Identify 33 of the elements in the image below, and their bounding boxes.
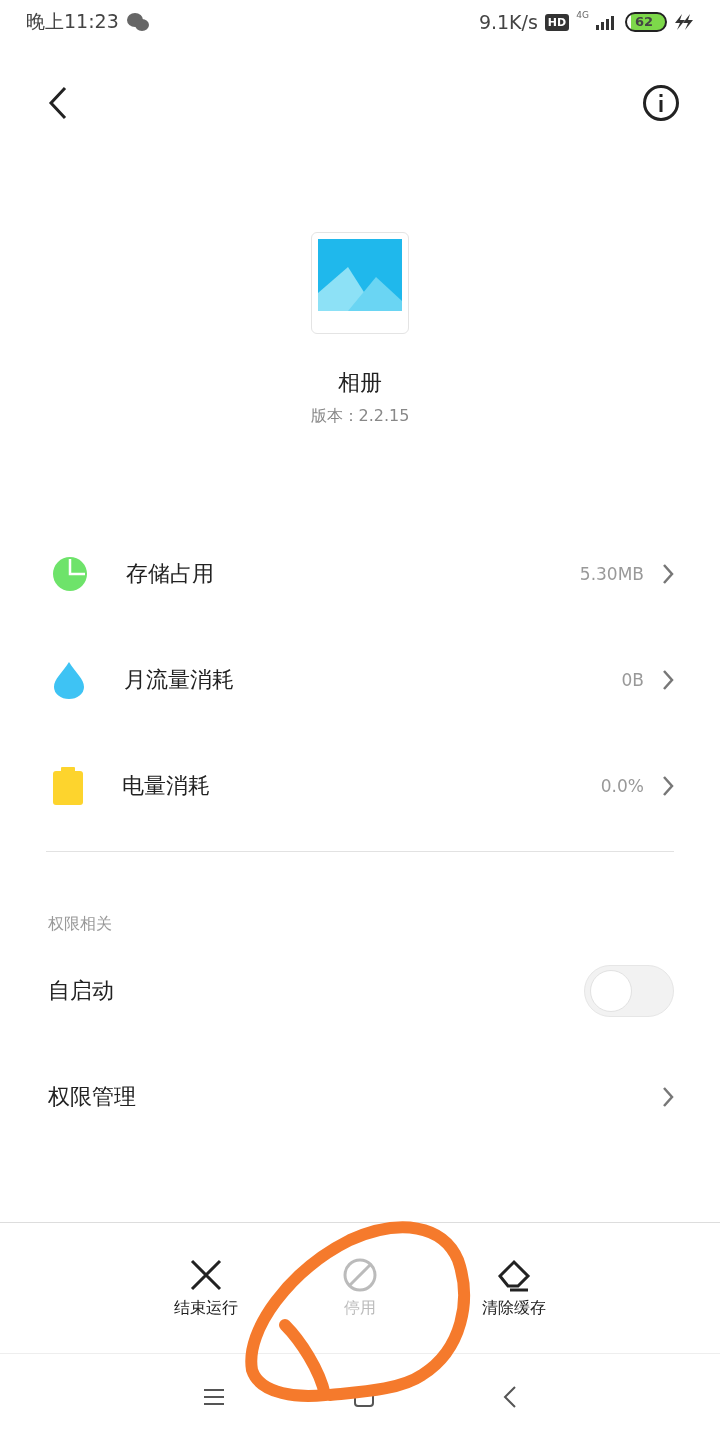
chevron-right-icon <box>662 1086 674 1108</box>
action-button[interactable]: 清除缓存 <box>466 1253 562 1323</box>
menu-icon[interactable] <box>203 1388 225 1406</box>
settings-row[interactable]: 自启动 <box>0 938 720 1044</box>
settings-row[interactable]: 权限管理 <box>0 1044 720 1150</box>
chevron-right-icon <box>662 563 674 585</box>
chat-bubbles-icon <box>125 12 150 32</box>
network-type: 4G <box>576 10 589 20</box>
network-speed: 9.1K/s <box>478 11 538 33</box>
pie-chart-icon <box>52 556 88 592</box>
eraser-icon <box>496 1257 532 1292</box>
hd-badge: HD <box>544 13 570 31</box>
back-icon[interactable] <box>48 86 68 120</box>
usage-row[interactable]: 存储占用 5.30MB <box>0 521 720 627</box>
status-time: 晚上11:23 <box>26 9 119 34</box>
action-button[interactable]: 结束运行 <box>158 1253 254 1323</box>
chevron-right-icon <box>662 775 674 797</box>
battery-icon <box>52 767 84 805</box>
usage-row[interactable]: 月流量消耗 0B <box>0 627 720 733</box>
battery-indicator: 62 <box>624 12 667 32</box>
info-icon[interactable] <box>642 84 680 122</box>
usage-row[interactable]: 电量消耗 0.0% <box>0 733 720 839</box>
prohibited-icon <box>343 1257 377 1292</box>
section-title: 权限相关 <box>47 913 113 935</box>
chevron-right-icon <box>662 669 674 691</box>
charging-icon <box>674 14 694 30</box>
back-icon[interactable] <box>503 1386 517 1408</box>
app-version: 版本：2.2.15 <box>310 406 410 427</box>
water-drop-icon <box>52 661 86 699</box>
app-name: 相册 <box>338 369 382 397</box>
gallery-app-icon <box>311 232 409 334</box>
close-icon <box>189 1257 223 1292</box>
toggle-switch[interactable] <box>584 965 674 1017</box>
